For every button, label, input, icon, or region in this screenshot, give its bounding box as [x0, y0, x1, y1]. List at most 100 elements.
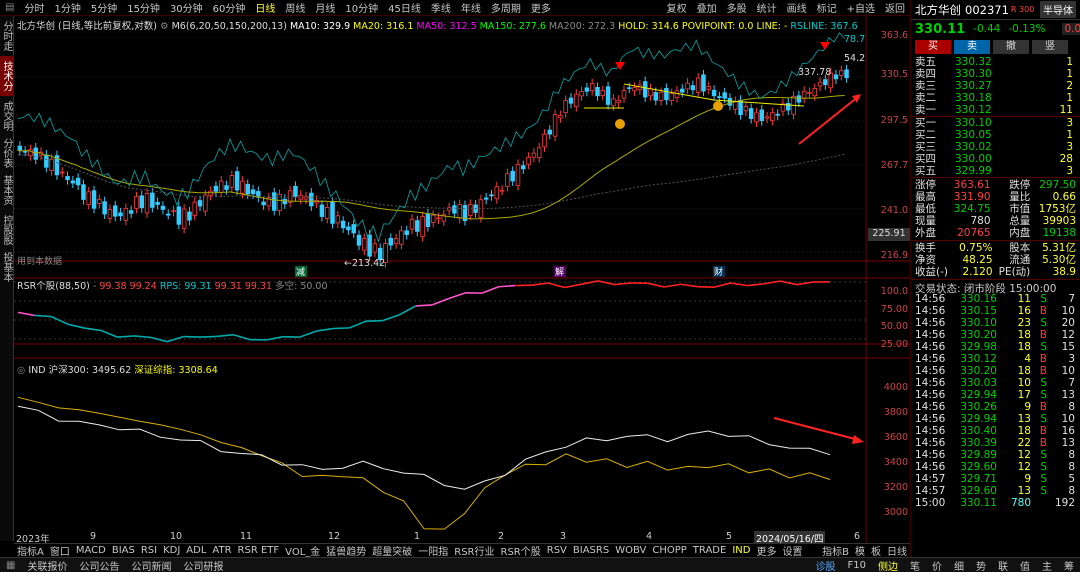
- cancel-button[interactable]: 撤: [993, 40, 1029, 54]
- ind-tab-13[interactable]: RSR行业: [451, 543, 497, 558]
- status-r1[interactable]: F10: [842, 560, 872, 571]
- tick-row-cell: 20: [1061, 317, 1075, 329]
- stat-row-cell: 涨停: [915, 179, 936, 191]
- tab-4[interactable]: 联: [992, 558, 1014, 572]
- bid-row-cell: 330.00: [955, 153, 992, 165]
- candle-body: [468, 203, 473, 216]
- left-tab-6[interactable]: 投基本: [0, 250, 14, 284]
- tab-0[interactable]: 笔: [904, 558, 926, 572]
- tf-0[interactable]: 分时: [19, 0, 49, 15]
- status-2[interactable]: 公司新闻: [125, 558, 177, 572]
- rb-4[interactable]: 画线: [782, 0, 812, 15]
- ind-tab-11[interactable]: 超量突破: [369, 543, 415, 558]
- tf-10[interactable]: 45日线: [383, 0, 426, 15]
- rb-0[interactable]: 复权: [662, 0, 692, 15]
- tf-13[interactable]: 多周期: [486, 0, 526, 15]
- tf-3[interactable]: 15分钟: [122, 0, 165, 15]
- tick-row-cell: 14:56: [915, 353, 946, 365]
- ind-tab-14[interactable]: RSR个股: [498, 543, 544, 558]
- status-r2[interactable]: 侧边: [872, 558, 904, 572]
- vertical-button[interactable]: 竖: [1032, 40, 1068, 54]
- tf-4[interactable]: 30分钟: [165, 0, 208, 15]
- ind-tab-0[interactable]: 指标A: [14, 543, 47, 558]
- tab-5[interactable]: 值: [1014, 558, 1036, 572]
- tick-row-cell: 330.20: [960, 365, 997, 377]
- left-tab-3[interactable]: 分价表: [0, 136, 14, 170]
- ind-b-2[interactable]: 板: [868, 543, 884, 558]
- grid-icon[interactable]: ▤: [0, 2, 19, 13]
- tf-5[interactable]: 60分钟: [208, 0, 251, 15]
- tf-2[interactable]: 5分钟: [86, 0, 122, 15]
- rb-1[interactable]: 叠加: [692, 0, 722, 15]
- left-tab-5[interactable]: 控股股东: [0, 210, 14, 250]
- tick-row-cell: 14:56: [915, 293, 946, 305]
- tf-7[interactable]: 周线: [280, 0, 310, 15]
- ind-tab-16[interactable]: BIASRS: [570, 545, 612, 556]
- tick-row-cell: 18: [1017, 365, 1031, 377]
- ind-tab-12[interactable]: 一阳指: [415, 543, 451, 558]
- ind-tab-5[interactable]: KDJ: [160, 545, 183, 556]
- tab-7[interactable]: 筹: [1058, 558, 1080, 572]
- tick-row-cell: 10: [1017, 377, 1031, 389]
- settings-icon[interactable]: ⚙: [160, 21, 169, 32]
- left-tab-2[interactable]: 成交明细: [0, 96, 14, 136]
- ind-b-0[interactable]: 指标B: [819, 543, 852, 558]
- tab-1[interactable]: 价: [926, 558, 948, 572]
- rb-3[interactable]: 统计: [752, 0, 782, 15]
- candle-body: [706, 86, 712, 90]
- tf-11[interactable]: 季线: [426, 0, 456, 15]
- ind-tab-19[interactable]: TRADE: [690, 545, 730, 556]
- rb-6[interactable]: +自选: [842, 0, 880, 15]
- ind-tab-3[interactable]: BIAS: [109, 545, 138, 556]
- ind-tab-1[interactable]: 窗口: [47, 543, 73, 558]
- tab-3[interactable]: 势: [970, 558, 992, 572]
- candle-body: [817, 81, 823, 87]
- tick-row: 14:56 330.40 18 B 16: [915, 425, 1076, 437]
- left-tab-4[interactable]: 基本资料: [0, 170, 14, 210]
- ind-b-1[interactable]: 模: [852, 543, 868, 558]
- grid-small-icon[interactable]: ▦: [0, 560, 21, 571]
- buy-button[interactable]: 买: [915, 40, 951, 54]
- tf-8[interactable]: 月线: [310, 0, 340, 15]
- tf-14[interactable]: 更多: [526, 0, 556, 15]
- ask-row-cell: 330.12: [955, 104, 992, 116]
- ind-tab-18[interactable]: CHOPP: [649, 545, 689, 556]
- tf-9[interactable]: 10分钟: [340, 0, 383, 15]
- tf-12[interactable]: 年线: [456, 0, 486, 15]
- ind-tab-10[interactable]: 猛兽趋势: [323, 543, 369, 558]
- ind-b-3[interactable]: 日线: [884, 543, 910, 558]
- ind-tab-6[interactable]: ADL: [183, 545, 209, 556]
- ind-tab-4[interactable]: RSI: [138, 545, 160, 556]
- status-r0[interactable]: 诊股: [810, 558, 842, 572]
- stat2-row-cell: 5.31亿: [1042, 242, 1076, 254]
- ind-tab-9[interactable]: VOL_金: [282, 543, 323, 558]
- legend-ma150: MA150: 277.6: [479, 21, 546, 32]
- ind-tab-20[interactable]: IND: [729, 545, 753, 556]
- candle-body: [711, 89, 717, 97]
- tick-row-cell: B: [1039, 365, 1047, 377]
- candle-body: [128, 210, 134, 214]
- left-tab-0[interactable]: 分时走势: [0, 16, 14, 56]
- status-3[interactable]: 公司研报: [177, 558, 229, 572]
- ind-tab-21[interactable]: 更多: [753, 543, 779, 558]
- left-tab-1[interactable]: 技术分析: [0, 56, 14, 96]
- tf-6[interactable]: 日线: [250, 0, 280, 15]
- ind-tab-22[interactable]: 设置: [779, 543, 805, 558]
- tf-1[interactable]: 1分钟: [49, 0, 85, 15]
- ind-tab-8[interactable]: RSR ETF: [235, 545, 283, 556]
- tab-2[interactable]: 细: [948, 558, 970, 572]
- ind-tab-2[interactable]: MACD: [73, 545, 109, 556]
- ind-ytick-1: 3800: [883, 407, 908, 418]
- ind-tab-15[interactable]: RSV: [544, 545, 570, 556]
- rb-2[interactable]: 多股: [722, 0, 752, 15]
- status-0[interactable]: 关联报价: [21, 558, 73, 572]
- ind-tab-17[interactable]: WOBV: [612, 545, 649, 556]
- tab-6[interactable]: 主: [1036, 558, 1058, 572]
- sell-button[interactable]: 卖: [954, 40, 990, 54]
- rb-5[interactable]: 标记: [812, 0, 842, 15]
- rb-7[interactable]: 返回: [880, 0, 910, 15]
- stat2-row: 净资 48.25 流通 5.30亿: [915, 254, 1076, 266]
- status-1[interactable]: 公司公告: [73, 558, 125, 572]
- sector-badge[interactable]: 半导体: [1040, 1, 1076, 18]
- ind-tab-7[interactable]: ATR: [209, 545, 234, 556]
